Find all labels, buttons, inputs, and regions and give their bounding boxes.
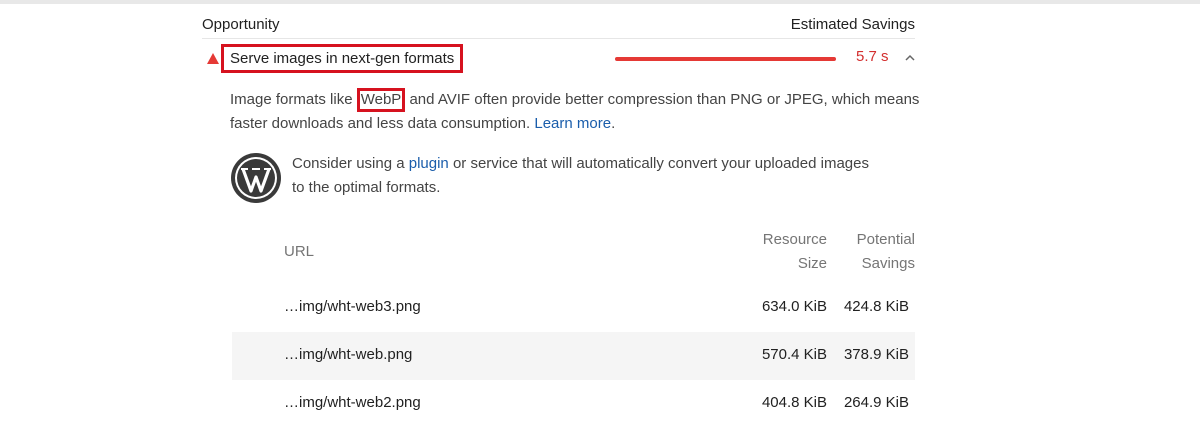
opportunity-column-label: Opportunity bbox=[202, 15, 280, 33]
wordpress-tip-text: Consider using a plugin or service that … bbox=[292, 152, 872, 200]
table-row: …img/wht-web3.png 634.0 KiB 424.8 KiB bbox=[232, 284, 915, 332]
plugin-link[interactable]: plugin bbox=[409, 155, 449, 172]
savings-bar bbox=[615, 57, 836, 61]
resources-table: URL Resource Size Potential Savings …img… bbox=[232, 228, 915, 428]
potential-savings-column-header: Potential Savings bbox=[857, 228, 915, 276]
table-row: …img/wht-web2.png 404.8 KiB 264.9 KiB bbox=[232, 380, 915, 428]
audit-title[interactable]: Serve images in next-gen formats bbox=[221, 44, 464, 73]
row-url[interactable]: …img/wht-web.png bbox=[284, 346, 412, 363]
wordpress-tip: Consider using a plugin or service that … bbox=[230, 150, 870, 206]
potential-savings-header-line2: Savings bbox=[861, 255, 915, 272]
table-row: …img/wht-web.png 570.4 KiB 378.9 KiB bbox=[232, 332, 915, 380]
row-url[interactable]: …img/wht-web3.png bbox=[284, 298, 421, 315]
row-resource-size: 634.0 KiB bbox=[761, 298, 827, 315]
url-column-header: URL bbox=[284, 243, 315, 260]
learn-more-link[interactable]: Learn more bbox=[534, 115, 611, 132]
chevron-up-icon[interactable] bbox=[903, 52, 917, 66]
row-resource-size: 404.8 KiB bbox=[761, 394, 827, 411]
wp-tip-prefix: Consider using a bbox=[292, 155, 409, 172]
opportunity-header: Opportunity Estimated Savings bbox=[202, 10, 915, 38]
row-resource-size: 570.4 KiB bbox=[761, 346, 827, 363]
potential-savings-header-line1: Potential bbox=[856, 231, 915, 248]
row-potential-savings: 264.9 KiB bbox=[843, 394, 909, 411]
audit-description: Image formats like WebP and AVIF often p… bbox=[230, 88, 920, 136]
audit-row-next-gen-formats[interactable]: Serve images in next-gen formats 5.7 s bbox=[202, 42, 915, 74]
description-prefix: Image formats like bbox=[230, 91, 357, 108]
webp-highlight: WebP bbox=[356, 88, 406, 112]
wordpress-logo-icon bbox=[230, 152, 282, 204]
row-url[interactable]: …img/wht-web2.png bbox=[284, 394, 421, 411]
resource-size-column-header: Resource Size bbox=[763, 228, 827, 276]
resource-size-header-line2: Size bbox=[797, 255, 827, 272]
description-end: . bbox=[611, 115, 616, 132]
savings-value: 5.7 s bbox=[856, 48, 889, 65]
estimated-savings-column-label: Estimated Savings bbox=[790, 15, 915, 33]
top-border bbox=[0, 0, 1200, 4]
row-potential-savings: 424.8 KiB bbox=[843, 298, 909, 315]
row-potential-savings: 378.9 KiB bbox=[843, 346, 909, 363]
header-divider bbox=[202, 38, 915, 39]
resource-size-header-line1: Resource bbox=[762, 231, 827, 248]
warning-triangle-icon bbox=[207, 53, 219, 64]
table-header: URL Resource Size Potential Savings bbox=[232, 228, 915, 284]
